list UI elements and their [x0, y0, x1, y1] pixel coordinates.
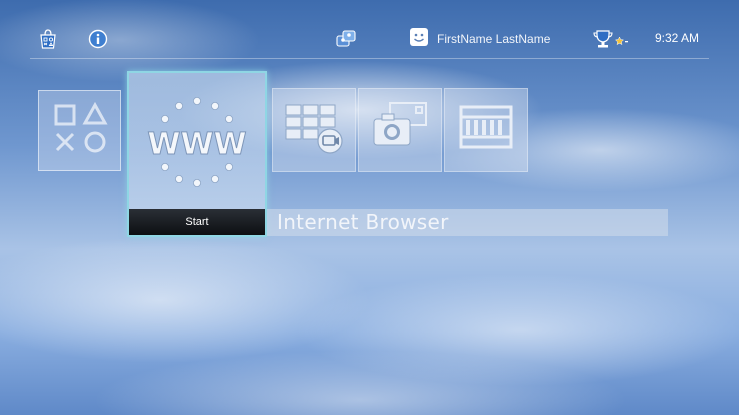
www-globe-icon: WWW [137, 91, 257, 201]
top-bar: FirstName LastName 9:32 AM [0, 0, 739, 60]
tile-library[interactable] [444, 88, 528, 172]
friends-icon[interactable] [335, 28, 357, 50]
avatar-smiley-icon [409, 27, 429, 51]
topbar-divider [30, 58, 709, 59]
tv-video-icon [282, 99, 346, 161]
trophy-level-icon [614, 33, 629, 46]
tile-tv-video[interactable] [272, 88, 356, 172]
selected-app-title: Internet Browser [277, 210, 449, 234]
tile-playstation-symbols[interactable] [38, 90, 121, 171]
info-icon[interactable] [87, 28, 109, 50]
ps-store-icon[interactable] [37, 28, 59, 50]
playstation-symbols-icon [50, 101, 110, 161]
trophy-icon[interactable] [592, 28, 614, 50]
profile[interactable]: FirstName LastName [409, 28, 550, 50]
selected-title-bar: Internet Browser [267, 209, 668, 236]
library-icon [456, 101, 516, 159]
tile-capture-gallery[interactable] [358, 88, 442, 172]
start-button[interactable]: Start [129, 209, 265, 235]
tile-internet-browser[interactable]: WWW Start [127, 71, 267, 237]
capture-gallery-icon [368, 99, 432, 161]
profile-name: FirstName LastName [437, 32, 551, 46]
svg-text:WWW: WWW [147, 127, 246, 162]
start-label: Start [185, 216, 209, 228]
clock: 9:32 AM [655, 31, 700, 45]
